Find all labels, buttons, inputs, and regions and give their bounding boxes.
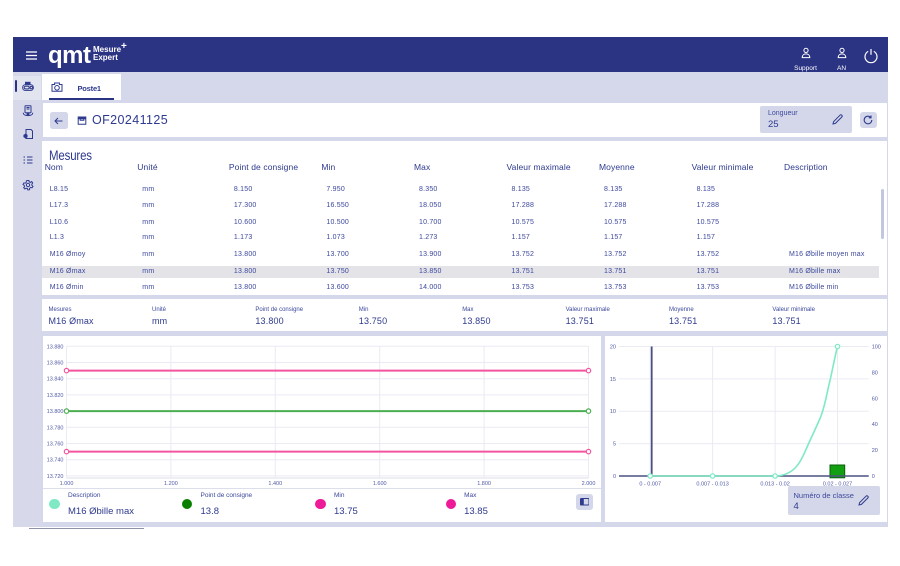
svg-text:1.400: 1.400 (268, 481, 282, 487)
svg-text:0: 0 (872, 474, 875, 480)
svg-text:13.720: 13.720 (46, 473, 63, 479)
svg-text:20: 20 (872, 448, 878, 454)
svg-text:13.800: 13.800 (46, 409, 63, 415)
svg-text:13.760: 13.760 (46, 441, 63, 447)
svg-text:1.000: 1.000 (59, 481, 73, 487)
svg-text:13.820: 13.820 (46, 392, 63, 398)
svg-text:13.780: 13.780 (46, 425, 63, 431)
svg-text:100: 100 (872, 344, 881, 350)
svg-text:10: 10 (610, 409, 616, 415)
svg-text:0.007 - 0.013: 0.007 - 0.013 (696, 481, 728, 487)
svg-text:0 - 0.007: 0 - 0.007 (639, 481, 661, 487)
svg-text:1.600: 1.600 (372, 481, 386, 487)
svg-text:0.013 - 0.02: 0.013 - 0.02 (760, 481, 789, 487)
svg-text:0: 0 (613, 474, 616, 480)
svg-text:60: 60 (872, 396, 878, 402)
svg-text:40: 40 (872, 422, 878, 428)
svg-text:13.740: 13.740 (46, 457, 63, 463)
svg-text:1.200: 1.200 (164, 481, 178, 487)
svg-text:13.880: 13.880 (46, 344, 63, 350)
svg-text:13.860: 13.860 (46, 360, 63, 366)
svg-text:20: 20 (610, 344, 616, 350)
svg-text:80: 80 (872, 370, 878, 376)
svg-text:13.840: 13.840 (46, 376, 63, 382)
svg-text:15: 15 (610, 376, 616, 382)
svg-text:1.800: 1.800 (477, 481, 491, 487)
svg-text:5: 5 (613, 441, 616, 447)
svg-text:2.000: 2.000 (581, 481, 595, 487)
